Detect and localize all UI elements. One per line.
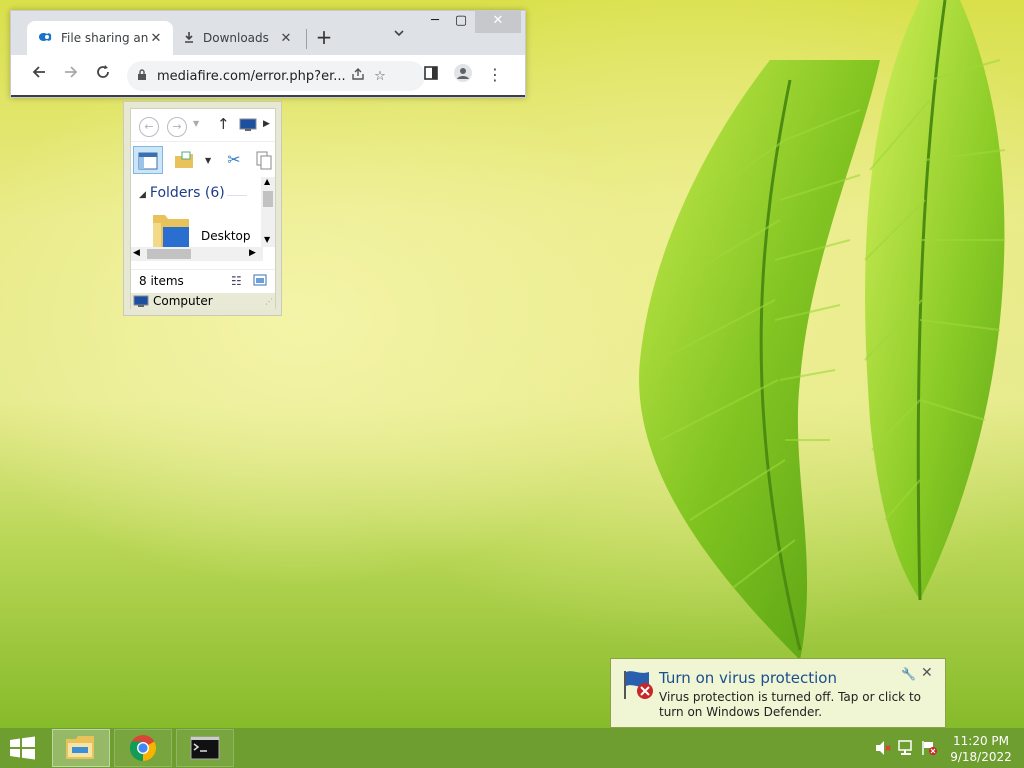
- google-chrome-icon: [129, 735, 157, 762]
- group-divider: [227, 195, 247, 196]
- clock-date: 9/18/2022: [950, 750, 1012, 764]
- explorer-status-bar: 8 items ☷: [131, 269, 275, 291]
- explorer-items-view: ◢ Folders (6) Desktop ▲ ▼ ◀ ▶: [131, 177, 275, 271]
- close-tab-icon[interactable]: ✕: [279, 31, 293, 46]
- notification-title[interactable]: Turn on virus protection: [659, 669, 837, 687]
- action-center-warning-icon[interactable]: [921, 740, 939, 756]
- mediafire-icon: [37, 31, 53, 46]
- address-bar[interactable]: mediafire.com/error.php?er... ☆: [127, 61, 425, 91]
- location-bar: Computer ⋰: [131, 293, 275, 310]
- tab-strip: File sharing and storage made simple ✕ D…: [11, 11, 525, 55]
- notification-body[interactable]: Virus protection is turned off. Tap or c…: [659, 690, 941, 720]
- location-label: Computer: [153, 294, 213, 308]
- computer-icon: [133, 295, 149, 311]
- file-explorer-icon: [66, 736, 94, 759]
- collapse-triangle-icon[interactable]: ◢: [139, 190, 146, 200]
- vertical-scrollbar[interactable]: ▲ ▼: [261, 177, 275, 247]
- item-count: 8 items: [139, 274, 184, 288]
- tab-file-sharing[interactable]: File sharing and storage made simple ✕: [27, 21, 173, 55]
- command-prompt-icon: [190, 736, 220, 760]
- recent-dropdown-icon[interactable]: ▼: [193, 119, 199, 128]
- tab-divider: [306, 29, 307, 49]
- new-tab-button[interactable]: +: [311, 25, 337, 51]
- file-explorer-window[interactable]: ← → ▼ ↑ ▶ ▼ ✂ ◢ Folders (6) Desktop ▲ ▼ …: [123, 101, 282, 316]
- action-center-flag-icon: [621, 669, 655, 704]
- scroll-thumb[interactable]: [147, 249, 191, 259]
- cut-scissors-icon[interactable]: ✂: [223, 146, 245, 174]
- desktop-folder-icon: [153, 215, 189, 249]
- chrome-window[interactable]: File sharing and storage made simple ✕ D…: [10, 10, 526, 98]
- scroll-left-icon[interactable]: ◀: [133, 248, 140, 258]
- network-icon[interactable]: [898, 740, 916, 756]
- maximize-button[interactable]: ▢: [449, 11, 473, 33]
- tab-title: File sharing and storage made simple: [61, 31, 149, 45]
- back-arrow-icon[interactable]: ←: [139, 117, 159, 137]
- clock-time: 11:20 PM: [953, 734, 1009, 748]
- group-label: Folders (6): [149, 185, 225, 201]
- share-icon[interactable]: [347, 67, 369, 85]
- resize-grip-icon[interactable]: ⋰: [265, 297, 273, 306]
- tab-title: Downloads: [203, 31, 269, 45]
- system-clock[interactable]: 11:20 PM 9/18/2022: [948, 733, 1014, 765]
- taskbar-file-explorer[interactable]: [52, 729, 110, 767]
- taskbar-chrome[interactable]: [114, 729, 172, 767]
- scroll-up-icon[interactable]: ▲: [264, 177, 270, 186]
- layout-pane-icon[interactable]: [133, 146, 163, 174]
- taskbar-command-prompt[interactable]: [176, 729, 234, 767]
- taskbar: 11:20 PM 9/18/2022: [0, 728, 1024, 768]
- settings-wrench-icon[interactable]: 🔧: [901, 667, 916, 681]
- horizontal-scrollbar[interactable]: ◀ ▶: [131, 247, 263, 261]
- back-arrow-icon[interactable]: [27, 63, 51, 87]
- close-notification-icon[interactable]: ✕: [921, 665, 933, 681]
- lock-icon[interactable]: [137, 68, 147, 84]
- details-view-icon[interactable]: ☷: [231, 274, 242, 288]
- side-panel-icon[interactable]: [419, 63, 443, 87]
- minimize-button[interactable]: ─: [423, 11, 447, 33]
- browser-toolbar: mediafire.com/error.php?er... ☆ ⋮: [11, 55, 525, 97]
- up-arrow-icon[interactable]: ↑: [217, 115, 230, 133]
- start-button[interactable]: [8, 736, 38, 760]
- folders-group-header[interactable]: ◢ Folders (6): [139, 185, 225, 201]
- tab-downloads[interactable]: Downloads ✕: [173, 21, 303, 55]
- forward-arrow-icon[interactable]: [59, 63, 83, 87]
- more-menu-icon[interactable]: ⋮: [483, 63, 507, 87]
- forward-arrow-icon[interactable]: →: [167, 117, 187, 137]
- dropdown-arrow-icon[interactable]: ▼: [205, 156, 211, 165]
- copy-icon[interactable]: [253, 146, 275, 174]
- reload-icon[interactable]: [91, 63, 115, 87]
- url-text[interactable]: mediafire.com/error.php?er...: [157, 69, 347, 84]
- windows-logo-icon: [10, 736, 35, 760]
- bookmark-star-icon[interactable]: ☆: [369, 69, 391, 84]
- explorer-nav-bar: ← → ▼ ↑ ▶: [131, 109, 275, 141]
- chevron-right-icon[interactable]: ▶: [263, 119, 270, 129]
- properties-folder-icon[interactable]: [173, 146, 195, 174]
- scroll-down-icon[interactable]: ▼: [264, 235, 270, 244]
- scroll-thumb[interactable]: [263, 191, 273, 207]
- close-window-button[interactable]: ✕: [475, 11, 521, 33]
- volume-muted-icon[interactable]: [874, 740, 892, 756]
- explorer-ribbon: ▼ ✂: [131, 141, 275, 177]
- folder-label: Desktop: [201, 229, 251, 243]
- explorer-content-pane: ← → ▼ ↑ ▶ ▼ ✂ ◢ Folders (6) Desktop ▲ ▼ …: [130, 108, 276, 310]
- close-tab-icon[interactable]: ✕: [149, 31, 163, 46]
- computer-icon[interactable]: [239, 118, 257, 135]
- scroll-right-icon[interactable]: ▶: [249, 248, 256, 258]
- tab-search-chevron-icon[interactable]: [388, 27, 410, 49]
- large-icons-view-icon[interactable]: [253, 274, 267, 289]
- virus-protection-notification[interactable]: Turn on virus protection Virus protectio…: [610, 658, 946, 742]
- download-icon: [183, 31, 195, 46]
- profile-avatar-icon[interactable]: [451, 63, 475, 87]
